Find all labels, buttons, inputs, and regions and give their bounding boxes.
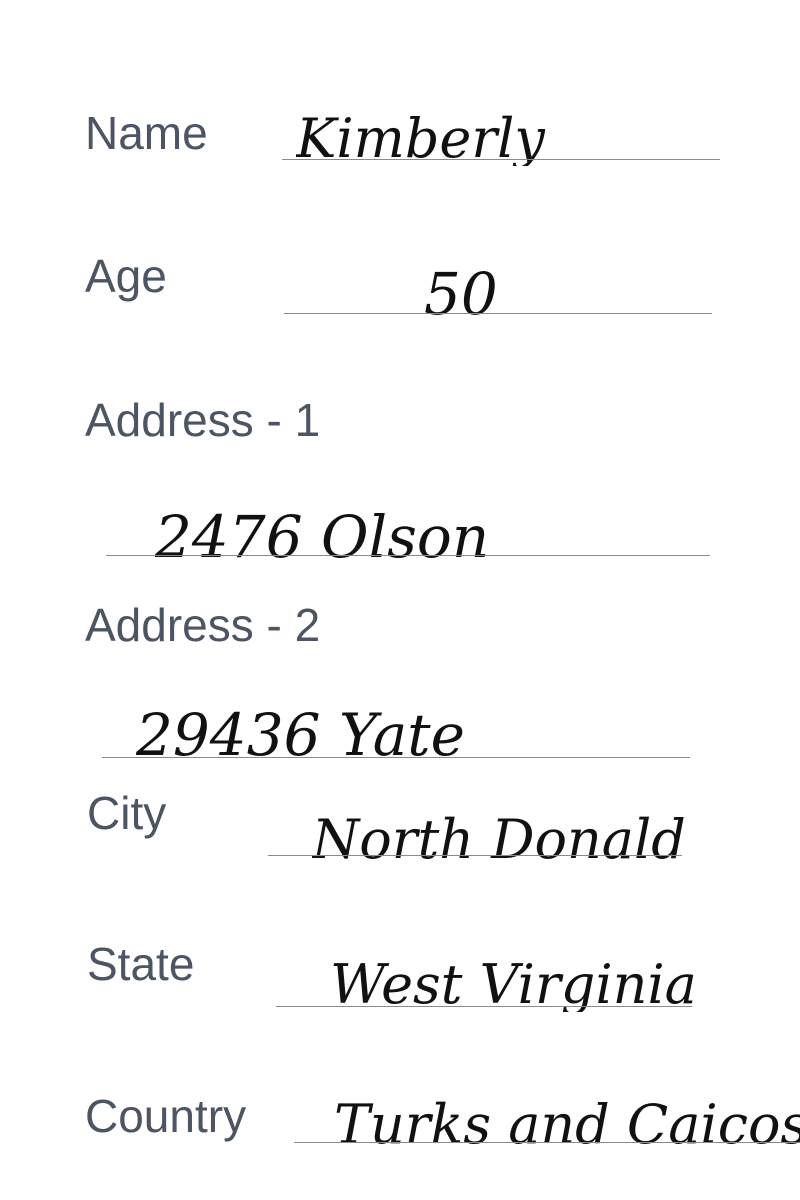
name-label: Name bbox=[85, 107, 208, 159]
age-label: Age bbox=[85, 250, 167, 302]
address2-value: 29436 Yate bbox=[136, 706, 465, 764]
country-label: Country bbox=[85, 1090, 247, 1142]
country-underline bbox=[294, 1142, 800, 1143]
address2-label: Address - 2 bbox=[85, 599, 321, 651]
address1-value: 2476 Olson bbox=[155, 508, 490, 566]
address1-label: Address - 1 bbox=[85, 394, 321, 446]
age-value: 50 bbox=[424, 265, 498, 323]
address1-underline bbox=[106, 555, 710, 556]
state-label: State bbox=[87, 938, 195, 990]
city-value: North Donald bbox=[312, 813, 686, 867]
city-underline bbox=[268, 855, 682, 856]
name-underline bbox=[282, 159, 720, 160]
address2-underline bbox=[102, 757, 690, 758]
state-underline bbox=[276, 1006, 692, 1007]
state-value: West Virginia bbox=[330, 958, 697, 1012]
country-value: Turks and Caicos Is bbox=[334, 1098, 800, 1152]
city-label: City bbox=[87, 787, 167, 839]
name-value: Kimberly bbox=[296, 112, 545, 166]
age-underline bbox=[284, 313, 712, 314]
